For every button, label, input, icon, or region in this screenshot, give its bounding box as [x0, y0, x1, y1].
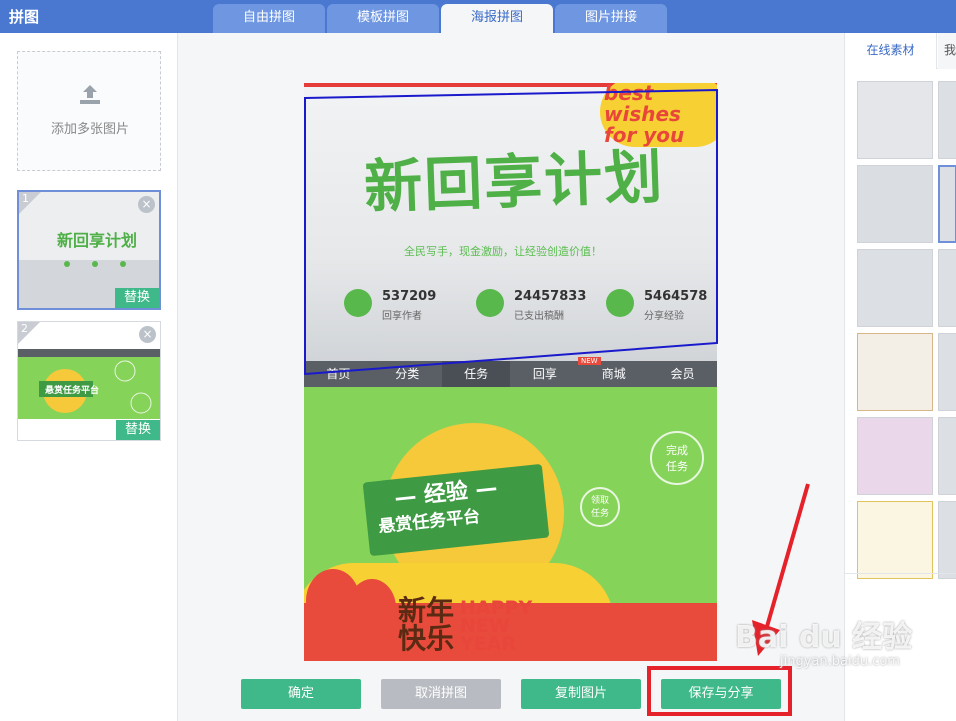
- add-images-label: 添加多张图片: [50, 122, 129, 137]
- template-thumb[interactable]: [857, 165, 933, 243]
- baidu-watermark: Bai du 经验: [735, 620, 913, 655]
- tab-online-material[interactable]: 在线素材: [845, 33, 937, 69]
- lantern-icon: [348, 579, 396, 637]
- thumb-index-badge: 1: [19, 192, 41, 214]
- confirm-button[interactable]: 确定: [241, 679, 361, 709]
- newyear-en: HAPPY NEW YEAR: [460, 597, 533, 655]
- tab-my-material[interactable]: 我: [938, 33, 956, 69]
- replace-image-button[interactable]: 替换: [116, 420, 160, 440]
- template-thumb[interactable]: [857, 81, 933, 159]
- svg-text:新回享计划: 新回享计划: [57, 231, 137, 250]
- tab-template-collage[interactable]: 模板拼图: [327, 4, 439, 33]
- annotation-highlight: [647, 666, 792, 716]
- tab-poster-collage[interactable]: 海报拼图: [441, 4, 553, 33]
- template-thumb[interactable]: [938, 249, 956, 327]
- baidu-watermark-url: jingyan.baidu.com: [780, 654, 900, 669]
- step-complete-task: 完成 任务: [650, 431, 704, 485]
- template-thumb[interactable]: [938, 333, 956, 411]
- step-claim-task: 领取 任务: [580, 487, 620, 527]
- upload-icon: [80, 85, 100, 104]
- template-thumb[interactable]: [857, 333, 933, 411]
- tab-free-collage[interactable]: 自由拼图: [213, 4, 325, 33]
- image-thumb-1[interactable]: 新回享计划 1 × 替换: [17, 190, 161, 310]
- add-images-button[interactable]: 添加多张图片: [17, 51, 161, 171]
- image-thumb-2[interactable]: 悬赏任务平台 2 × 替换: [17, 321, 161, 441]
- template-thumb[interactable]: [857, 417, 933, 495]
- template-thumb[interactable]: [938, 417, 956, 495]
- app-title: 拼图: [9, 8, 40, 26]
- template-thumb[interactable]: [938, 501, 956, 579]
- panel-divider: [845, 573, 956, 574]
- image-list-panel: 添加多张图片 新回享计划 1 × 替换 悬赏任务平台 2 × 替换: [0, 33, 178, 721]
- remove-image-button[interactable]: ×: [139, 326, 156, 343]
- template-thumb[interactable]: [857, 501, 933, 579]
- mode-tabs: 自由拼图 模板拼图 海报拼图 图片拼接: [213, 4, 669, 33]
- cancel-collage-button[interactable]: 取消拼图: [381, 679, 501, 709]
- copy-image-button[interactable]: 复制图片: [521, 679, 641, 709]
- template-thumb[interactable]: [857, 249, 933, 327]
- tab-image-stitch[interactable]: 图片拼接: [555, 4, 667, 33]
- top-bar: 拼图 自由拼图 模板拼图 海报拼图 图片拼接: [0, 0, 956, 33]
- svg-text:悬赏任务平台: 悬赏任务平台: [44, 384, 99, 396]
- material-tabs: 在线素材 我: [845, 33, 956, 69]
- selection-frame: [304, 89, 718, 375]
- template-thumb[interactable]: [938, 165, 956, 243]
- thumb-index-badge: 2: [18, 322, 40, 344]
- template-thumb[interactable]: [938, 81, 956, 159]
- replace-image-button[interactable]: 替换: [115, 288, 159, 308]
- newyear-cn: 新年 快乐: [398, 594, 455, 655]
- remove-image-button[interactable]: ×: [138, 196, 155, 213]
